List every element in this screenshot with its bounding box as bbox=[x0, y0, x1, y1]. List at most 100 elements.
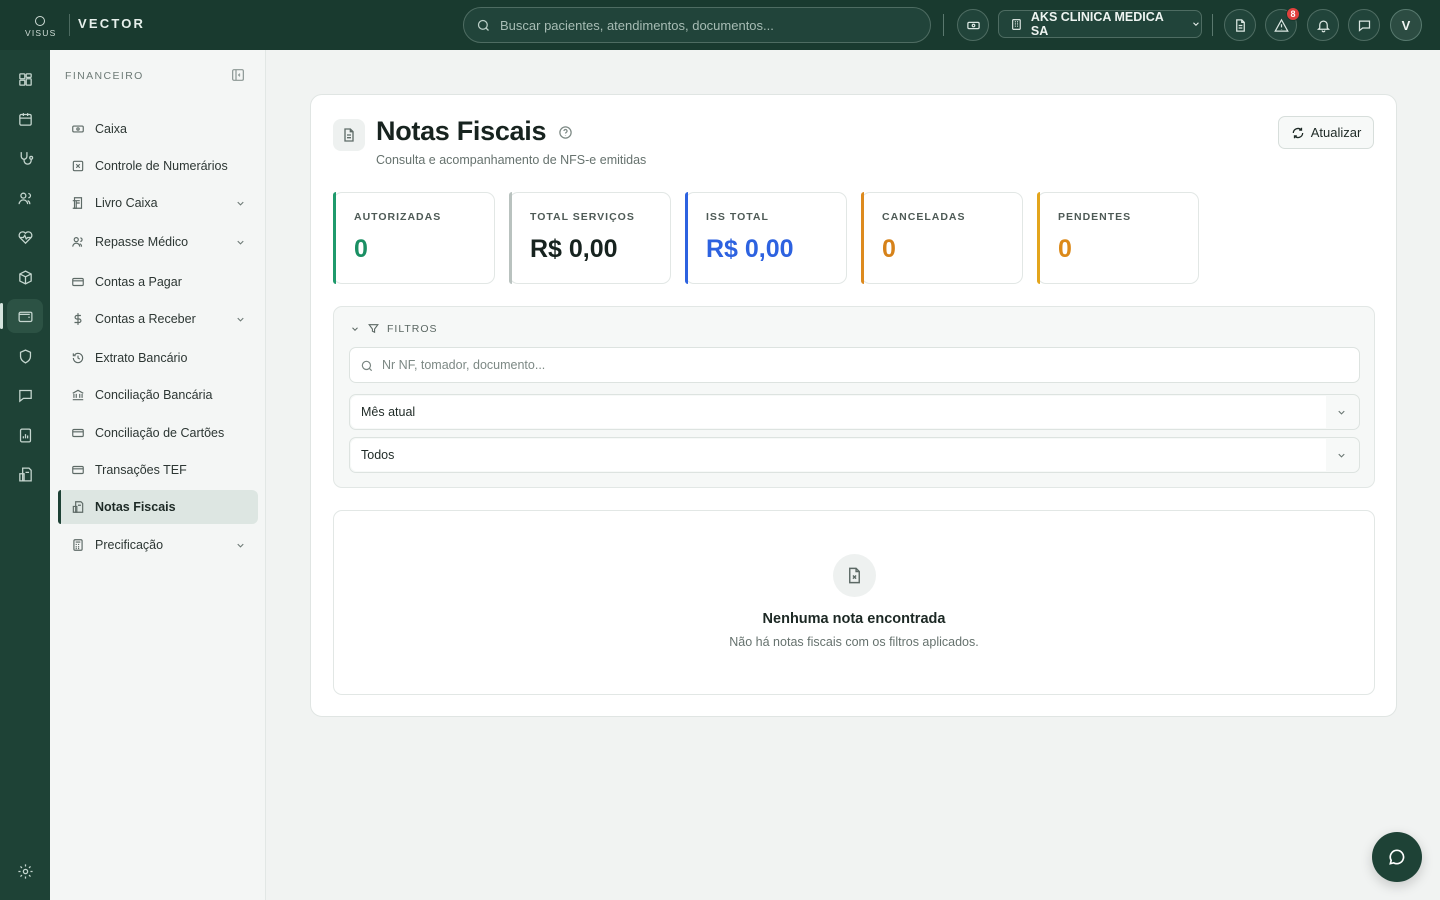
stat-canceladas: CANCELADAS 0 bbox=[861, 192, 1023, 284]
global-search bbox=[463, 7, 931, 43]
history-icon bbox=[70, 351, 86, 365]
messages-button[interactable] bbox=[1348, 9, 1380, 41]
settings-rail-button[interactable] bbox=[7, 854, 43, 888]
refresh-icon bbox=[1292, 127, 1304, 138]
user-avatar[interactable]: V bbox=[1390, 9, 1422, 41]
nf-search-input[interactable] bbox=[382, 358, 1359, 372]
page-title: Notas Fiscais bbox=[376, 116, 547, 146]
bank-icon bbox=[70, 388, 86, 402]
chevron-down-icon bbox=[235, 237, 246, 248]
stat-value: 0 bbox=[354, 235, 368, 263]
sidebar-item-livro-caixa[interactable]: Livro Caixa bbox=[58, 186, 258, 220]
filters-toggle[interactable]: FILTROS bbox=[350, 322, 438, 335]
refresh-label: Atualizar bbox=[1310, 125, 1362, 140]
report-icon bbox=[19, 427, 31, 443]
search-icon bbox=[476, 18, 491, 33]
refresh-button[interactable]: Atualizar bbox=[1278, 116, 1374, 149]
alerts-button[interactable]: 8 bbox=[1265, 7, 1300, 41]
credit-card-icon bbox=[70, 463, 86, 477]
panel-collapse-icon bbox=[232, 69, 244, 81]
stethoscope-rail-button[interactable] bbox=[7, 141, 43, 175]
collapse-sidebar-button[interactable] bbox=[230, 67, 246, 83]
reports-rail-button[interactable] bbox=[7, 418, 43, 452]
stat-label: AUTORIZADAS bbox=[354, 211, 442, 223]
period-select[interactable]: Mês atual bbox=[349, 394, 1360, 430]
empty-state-text: Não há notas fiscais com os filtros apli… bbox=[729, 635, 979, 649]
message-square-icon bbox=[18, 389, 32, 402]
sidebar-item-repasse-medico[interactable]: Repasse Médico bbox=[58, 225, 258, 259]
chevron-down-icon bbox=[235, 198, 246, 209]
help-icon[interactable] bbox=[558, 125, 573, 140]
filter-icon bbox=[368, 324, 379, 334]
building-icon bbox=[1012, 18, 1021, 30]
file-text-icon bbox=[333, 119, 365, 151]
sidebar-item-notas-fiscais[interactable]: Notas Fiscais bbox=[58, 490, 258, 524]
sidebar-item-label: Controle de Numerários bbox=[95, 159, 228, 173]
visus-logo[interactable]: VISUS bbox=[24, 14, 58, 38]
period-select-value: Mês atual bbox=[351, 396, 1326, 428]
bell-icon bbox=[1316, 20, 1330, 32]
sidebar-item-caixa[interactable]: Caixa bbox=[58, 112, 258, 146]
app-name: VECTOR bbox=[78, 16, 146, 31]
stethoscope-icon bbox=[20, 151, 33, 165]
chevron-down-icon bbox=[1336, 407, 1347, 418]
stat-autorizadas: AUTORIZADAS 0 bbox=[333, 192, 495, 284]
notifications-button[interactable] bbox=[1307, 9, 1339, 41]
sidebar-item-label: Conciliação Bancária bbox=[95, 388, 213, 402]
stat-label: TOTAL SERVIÇOS bbox=[530, 211, 635, 223]
sidebar-item-conciliacao-bancaria[interactable]: Conciliação Bancária bbox=[58, 378, 258, 412]
chat-rail-button[interactable] bbox=[7, 378, 43, 412]
dashboard-rail-button[interactable] bbox=[7, 62, 43, 96]
clinic-name: AKS CLINICA MEDICA SA bbox=[1030, 10, 1164, 38]
cash-register-icon bbox=[70, 122, 86, 136]
stat-label: CANCELADAS bbox=[882, 211, 966, 223]
sidebar-item-extrato-bancario[interactable]: Extrato Bancário bbox=[58, 341, 258, 375]
empty-state: Nenhuma nota encontrada Não há notas fis… bbox=[333, 510, 1375, 695]
credit-card-icon bbox=[70, 275, 86, 289]
sidebar-item-precificacao[interactable]: Precificação bbox=[58, 528, 258, 562]
empty-state-title: Nenhuma nota encontrada bbox=[762, 611, 946, 627]
status-select[interactable]: Todos bbox=[349, 437, 1360, 473]
stat-pendentes: PENDENTES 0 bbox=[1037, 192, 1199, 284]
users-icon bbox=[17, 192, 31, 204]
page-subtitle: Consulta e acompanhamento de NFS-e emiti… bbox=[376, 153, 647, 167]
financial-rail-button[interactable] bbox=[0, 299, 43, 333]
sidebar-item-conciliacao-cartoes[interactable]: Conciliação de Cartões bbox=[58, 416, 258, 450]
nf-search bbox=[349, 347, 1360, 383]
brand-divider bbox=[69, 14, 70, 36]
sidebar-item-transacoes-tef[interactable]: Transações TEF bbox=[58, 453, 258, 487]
sidebar-item-contas-receber[interactable]: Contas a Receber bbox=[58, 302, 258, 336]
sidebar-item-contas-pagar[interactable]: Contas a Pagar bbox=[58, 265, 258, 299]
invoices-rail-button[interactable] bbox=[7, 457, 43, 491]
calendar-rail-button[interactable] bbox=[7, 102, 43, 136]
stat-value: 0 bbox=[882, 235, 896, 263]
health-rail-button[interactable] bbox=[7, 220, 43, 254]
calendar-icon bbox=[18, 112, 32, 126]
chevron-down-icon bbox=[235, 540, 246, 551]
documents-button[interactable] bbox=[1224, 9, 1256, 41]
sidebar-section-title: FINANCEIRO bbox=[65, 70, 144, 82]
logo-text: VISUS bbox=[25, 28, 57, 38]
financial-sidebar: FINANCEIRO Caixa Controle de Numerários … bbox=[50, 50, 266, 900]
sidebar-item-label: Repasse Médico bbox=[95, 235, 189, 249]
topbar-divider bbox=[943, 14, 944, 36]
global-search-input[interactable] bbox=[500, 17, 930, 33]
sidebar-item-label: Extrato Bancário bbox=[95, 351, 188, 365]
inventory-rail-button[interactable] bbox=[7, 260, 43, 294]
message-icon bbox=[1358, 20, 1370, 32]
shield-icon bbox=[19, 348, 31, 364]
users-icon bbox=[70, 235, 86, 249]
file-text-icon bbox=[1235, 18, 1245, 32]
patients-rail-button[interactable] bbox=[7, 181, 43, 215]
sidebar-item-label: Contas a Pagar bbox=[95, 275, 182, 289]
credit-card-icon bbox=[70, 426, 86, 440]
chat-bubble-icon bbox=[1389, 849, 1405, 865]
security-rail-button[interactable] bbox=[7, 339, 43, 373]
clinic-selector[interactable]: AKS CLINICA MEDICA SA bbox=[998, 10, 1202, 38]
dollar-icon bbox=[70, 312, 86, 326]
sidebar-item-controle-numerarios[interactable]: Controle de Numerários bbox=[58, 149, 258, 183]
status-select-value: Todos bbox=[351, 439, 1326, 471]
chat-support-button[interactable] bbox=[1372, 832, 1422, 882]
ticket-button[interactable] bbox=[957, 9, 989, 41]
receipt-icon bbox=[18, 466, 32, 482]
